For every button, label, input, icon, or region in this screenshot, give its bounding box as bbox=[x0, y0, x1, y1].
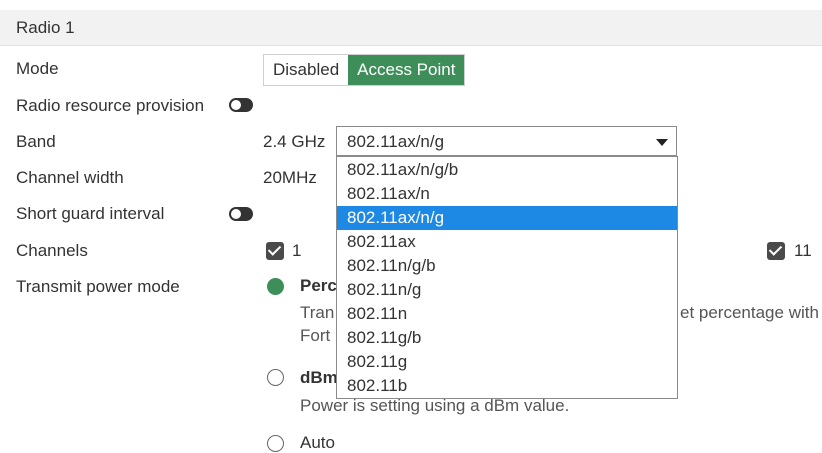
band-select-value: 802.11ax/n/g bbox=[347, 132, 445, 151]
channel-11-label: 11 bbox=[794, 241, 812, 260]
band-option[interactable]: 802.11b bbox=[337, 374, 677, 398]
sgi-label: Short guard interval bbox=[16, 204, 165, 223]
channel-11-checkbox[interactable] bbox=[767, 242, 785, 260]
sgi-toggle[interactable] bbox=[229, 207, 253, 221]
tx-dbm-desc: Power is setting using a dBm value. bbox=[300, 396, 570, 415]
band-option[interactable]: 802.11ax/n/g/b bbox=[337, 158, 677, 182]
channel-1-label: 1 bbox=[292, 241, 302, 260]
tx-percentage-desc-2: Fort bbox=[300, 326, 331, 345]
channel-width-value: 20MHz bbox=[263, 168, 317, 187]
tx-dbm-option: dBm bbox=[300, 368, 338, 387]
channel-width-label: Channel width bbox=[16, 168, 124, 187]
chevron-down-icon bbox=[656, 139, 668, 146]
band-option[interactable]: 802.11g/b bbox=[337, 326, 677, 350]
band-option-selected[interactable]: 802.11ax/n/g bbox=[337, 206, 677, 230]
channel-1-checkbox[interactable] bbox=[266, 242, 284, 260]
band-select[interactable]: 802.11ax/n/g bbox=[336, 126, 677, 156]
tx-percentage-option: Perc bbox=[300, 276, 337, 295]
tx-percentage-desc-1: Tran bbox=[300, 303, 335, 322]
tx-auto-radio[interactable] bbox=[267, 435, 284, 452]
tx-auto-option: Auto bbox=[300, 433, 335, 452]
tx-dbm-radio[interactable] bbox=[267, 369, 284, 386]
mode-segmented-control: Disabled Access Point bbox=[263, 54, 466, 86]
band-option[interactable]: 802.11ax bbox=[337, 230, 677, 254]
rrp-label: Radio resource provision bbox=[16, 96, 205, 115]
band-dropdown-list: 802.11ax/n/g/b 802.11ax/n 802.11ax/n/g 8… bbox=[336, 156, 678, 399]
rrp-toggle[interactable] bbox=[229, 98, 253, 112]
mode-access-point-button[interactable]: Access Point bbox=[348, 55, 465, 85]
band-label: Band bbox=[16, 132, 56, 151]
mode-disabled-button[interactable]: Disabled bbox=[264, 55, 349, 85]
section-title: Radio 1 bbox=[16, 18, 75, 37]
band-option[interactable]: 802.11n/g bbox=[337, 278, 677, 302]
tx-power-mode-label: Transmit power mode bbox=[16, 277, 180, 296]
section-header: Radio 1 bbox=[0, 10, 822, 46]
band-option[interactable]: 802.11ax/n bbox=[337, 182, 677, 206]
tx-percentage-radio[interactable] bbox=[267, 278, 284, 295]
band-option[interactable]: 802.11g bbox=[337, 350, 677, 374]
band-frequency: 2.4 GHz bbox=[263, 132, 326, 151]
band-option[interactable]: 802.11n bbox=[337, 302, 677, 326]
mode-label: Mode bbox=[16, 59, 59, 78]
tx-percentage-desc-3: et percentage with bbox=[680, 303, 819, 322]
channels-label: Channels bbox=[16, 241, 88, 260]
band-option[interactable]: 802.11n/g/b bbox=[337, 254, 677, 278]
